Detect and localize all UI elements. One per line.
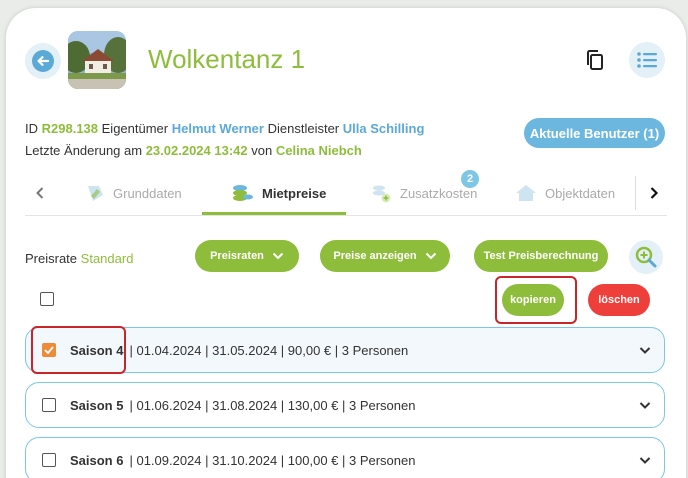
meta-line-ids: ID R298.138 Eigentümer Helmut Werner Die… <box>25 121 425 136</box>
owner-link[interactable]: Helmut Werner <box>172 121 264 136</box>
select-all-checkbox[interactable] <box>40 292 54 306</box>
active-tab-indicator <box>202 212 346 215</box>
delete-button[interactable]: löschen <box>588 284 650 316</box>
zusatzkosten-count-badge: 2 <box>461 170 479 188</box>
object-card: Wolkentanz 1 ID R298.138 Eigentümer Helm… <box>6 8 686 478</box>
season-row[interactable]: Saison 5 | 01.06.2024 | 31.08.2024 | 130… <box>25 382 665 428</box>
arrow-left-icon <box>32 50 54 72</box>
chevron-down-icon[interactable] <box>638 398 652 412</box>
price-rate-value: Standard <box>80 251 134 266</box>
season-name: Saison 6 <box>70 452 124 468</box>
show-prices-dropdown[interactable]: Preise anzeigen <box>320 240 450 272</box>
current-users-button[interactable]: Aktuelle Benutzer (1) <box>524 118 665 148</box>
provider-link[interactable]: Ulla Schilling <box>343 121 425 136</box>
back-button[interactable] <box>25 43 61 79</box>
changed-date: 23.02.2024 13:42 <box>145 143 248 158</box>
season-details: | 01.06.2024 | 31.08.2024 | 130,00 € | 3… <box>129 397 416 413</box>
season-details: | 01.09.2024 | 31.10.2024 | 100,00 € | 3… <box>129 452 416 468</box>
chevron-down-icon <box>425 252 436 260</box>
changed-by: Celina Niebch <box>275 143 362 158</box>
coins-icon <box>233 185 253 201</box>
tab-mietpreise[interactable]: Mietpreise <box>230 172 326 214</box>
season-row[interactable]: Saison 6 | 01.09.2024 | 31.10.2024 | 100… <box>25 437 665 478</box>
tab-bar: Grunddaten Mietpreise Zusatzkosten 2 Obj… <box>25 170 669 216</box>
chevron-right-icon <box>650 187 659 199</box>
object-id: R298.138 <box>41 121 99 136</box>
zoom-in-button[interactable] <box>629 240 663 274</box>
chevron-down-icon[interactable] <box>638 453 652 467</box>
copy-icon[interactable] <box>583 48 607 72</box>
chevron-left-icon <box>36 187 44 199</box>
zoom-in-icon <box>635 246 657 268</box>
season-selection-highlight-annotation <box>31 326 126 374</box>
house-icon <box>516 185 536 201</box>
list-view-button[interactable] <box>629 42 665 78</box>
tab-divider <box>635 176 636 210</box>
copy-highlight-annotation <box>495 276 577 324</box>
list-icon <box>637 52 657 68</box>
property-photo <box>68 31 126 89</box>
tab-scroll-left-button[interactable] <box>25 172 55 214</box>
chevron-down-icon <box>272 252 284 260</box>
test-price-calculation-button[interactable]: Test Preisberechnung <box>474 240 608 272</box>
season-details: | 01.04.2024 | 31.05.2024 | 90,00 € | 3 … <box>129 342 409 358</box>
season-name: Saison 5 <box>70 397 124 413</box>
pencil-icon <box>88 186 103 201</box>
chevron-down-icon[interactable] <box>638 343 652 357</box>
tab-scroll-right-button[interactable] <box>639 172 669 214</box>
season-checkbox[interactable] <box>42 398 56 412</box>
page-title: Wolkentanz 1 <box>148 44 306 74</box>
coins-add-icon <box>373 185 391 203</box>
tab-grunddaten[interactable]: Grunddaten <box>85 172 182 214</box>
season-checkbox[interactable] <box>42 453 56 467</box>
meta-line-changed: Letzte Änderung am 23.02.2024 13:42 von … <box>25 143 362 158</box>
tab-objektdaten[interactable]: Objektdaten <box>515 172 615 214</box>
price-rate-label: Preisrate Standard <box>25 251 134 266</box>
price-rates-dropdown[interactable]: Preisraten <box>195 240 299 272</box>
